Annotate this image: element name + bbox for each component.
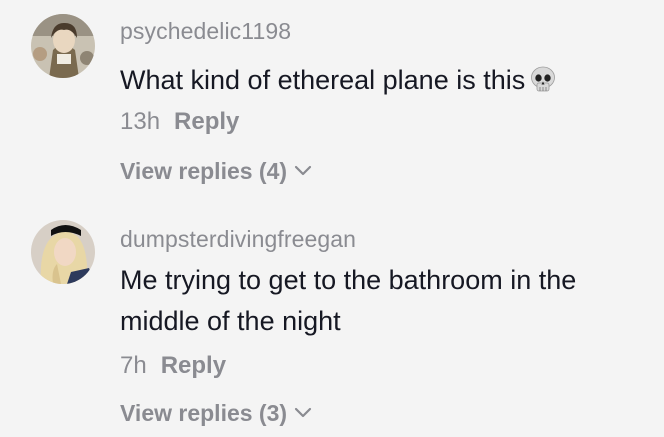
avatar[interactable] xyxy=(31,14,95,78)
comment-text: What kind of ethereal plane is this xyxy=(120,60,558,101)
view-replies-label: View replies (3) xyxy=(120,400,288,426)
avatar-image-person xyxy=(31,220,95,284)
comment-timestamp: 7h xyxy=(120,352,147,379)
comment-username[interactable]: psychedelic1198 xyxy=(120,18,291,45)
comment-text-content: What kind of ethereal plane is this xyxy=(120,65,526,95)
reply-button[interactable]: Reply xyxy=(174,108,239,135)
avatar[interactable] xyxy=(31,220,95,284)
avatar-image-anime xyxy=(31,14,95,78)
view-replies-button[interactable]: View replies (3) xyxy=(120,400,313,427)
view-replies-label: View replies (4) xyxy=(120,158,288,184)
comments-list: psychedelic1198 What kind of ethereal pl… xyxy=(0,0,664,437)
chevron-down-icon xyxy=(294,407,312,418)
comment-meta: 7h Reply xyxy=(120,352,226,380)
chevron-down-icon xyxy=(294,165,312,176)
comment-item: psychedelic1198 What kind of ethereal pl… xyxy=(0,0,664,200)
comment-timestamp: 13h xyxy=(120,108,161,135)
view-replies-button[interactable]: View replies (4) xyxy=(120,158,313,185)
comment-username[interactable]: dumpsterdivingfreegan xyxy=(120,226,356,253)
skull-emoji-icon xyxy=(531,66,556,92)
comment-text: Me trying to get to the bathroom in the … xyxy=(120,265,577,336)
comment-meta: 13h Reply xyxy=(120,108,239,136)
comment-item: dumpsterdivingfreegan Me trying to get t… xyxy=(0,210,664,437)
reply-button[interactable]: Reply xyxy=(161,352,226,379)
